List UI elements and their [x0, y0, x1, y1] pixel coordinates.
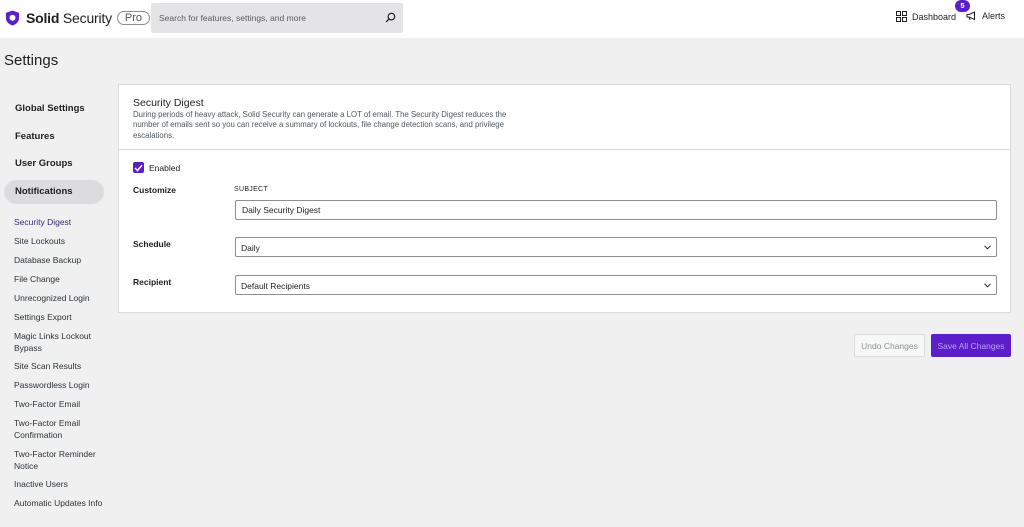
- alerts-label: Alerts: [982, 11, 1006, 21]
- subnav-item-magic-links-lockout-bypass[interactable]: Magic Links Lockout Bypass: [14, 331, 114, 354]
- subnav-item-site-lockouts[interactable]: Site Lockouts: [14, 236, 114, 248]
- search-input[interactable]: [151, 3, 403, 33]
- enabled-label: Enabled: [149, 162, 181, 173]
- dashboard-label: Dashboard: [912, 11, 957, 22]
- enabled-toggle[interactable]: Enabled: [133, 162, 180, 173]
- alerts-link[interactable]: Alerts: [966, 11, 1005, 21]
- sidebar-item-global-settings[interactable]: Global Settings: [4, 97, 104, 121]
- recipient-label: Recipient: [133, 277, 172, 287]
- search-icon[interactable]: [385, 12, 396, 23]
- dashboard-link[interactable]: Dashboard: [896, 11, 956, 22]
- subnav-item-site-scan-results[interactable]: Site Scan Results: [14, 361, 114, 373]
- subnav-item-security-digest[interactable]: Security Digest: [14, 217, 114, 229]
- enabled-checkbox[interactable]: [133, 162, 144, 173]
- sidebar-item-label: Notifications: [15, 186, 73, 197]
- brand-name: Solid Security: [26, 10, 112, 26]
- customize-label: Customize: [133, 185, 176, 195]
- search-box[interactable]: [151, 3, 403, 33]
- subject-caption: SUBJECT: [234, 186, 268, 193]
- subnav-item-database-backup[interactable]: Database Backup: [14, 255, 114, 267]
- subnav-item-inactive-users[interactable]: Inactive Users: [14, 479, 114, 491]
- sidebar-item-features[interactable]: Features: [4, 125, 104, 149]
- shield-logo-icon: [5, 10, 20, 26]
- subnav-item-unrecognized-login[interactable]: Unrecognized Login: [14, 293, 114, 305]
- subnav-item-settings-export[interactable]: Settings Export: [14, 312, 114, 324]
- security-digest-panel: Security Digest During periods of heavy …: [118, 84, 1011, 313]
- schedule-select[interactable]: Daily: [235, 237, 997, 257]
- subject-input[interactable]: [235, 200, 997, 220]
- sidebar-item-label: Global Settings: [15, 103, 85, 114]
- schedule-selected-value: Daily: [241, 243, 260, 253]
- subnav-item-file-change[interactable]: File Change: [14, 274, 114, 286]
- schedule-label: Schedule: [133, 239, 171, 249]
- recipient-select[interactable]: Default Recipients: [235, 275, 997, 295]
- sidebar-item-label: Features: [15, 131, 55, 142]
- recipient-selected-value: Default Recipients: [241, 281, 310, 291]
- chevron-down-icon: [984, 283, 991, 288]
- panel-header: Security Digest During periods of heavy …: [119, 85, 1010, 150]
- panel-title: Security Digest: [133, 97, 204, 109]
- megaphone-icon: [966, 11, 975, 21]
- subnav-item-automatic-updates-info[interactable]: Automatic Updates Info: [14, 498, 114, 510]
- top-bar: Solid Security Pro Dashboard 5 Alerts: [0, 0, 1024, 38]
- sidebar-item-notifications[interactable]: Notifications: [4, 180, 104, 204]
- pro-badge: Pro: [116, 11, 151, 25]
- subnav-item-passwordless-login[interactable]: Passwordless Login: [14, 380, 114, 392]
- subnav-item-two-factor-email-confirmation[interactable]: Two-Factor Email Confirmation: [14, 418, 114, 441]
- chevron-down-icon: [984, 245, 991, 250]
- checkmark-icon: [134, 164, 143, 172]
- save-all-changes-button[interactable]: Save All Changes: [931, 334, 1011, 357]
- panel-description: During periods of heavy attack, Solid Se…: [133, 110, 507, 140]
- page-title: Settings: [4, 52, 59, 69]
- undo-changes-button[interactable]: Undo Changes: [854, 334, 925, 357]
- brand-logo[interactable]: Solid Security Pro: [5, 10, 151, 26]
- sidebar-item-user-groups[interactable]: User Groups: [4, 152, 104, 176]
- dashboard-grid-icon: [896, 11, 907, 22]
- subnav-item-two-factor-reminder-notice[interactable]: Two-Factor Reminder Notice: [14, 449, 114, 472]
- subnav-item-two-factor-email[interactable]: Two-Factor Email: [14, 399, 114, 411]
- sidebar-item-label: User Groups: [15, 158, 73, 169]
